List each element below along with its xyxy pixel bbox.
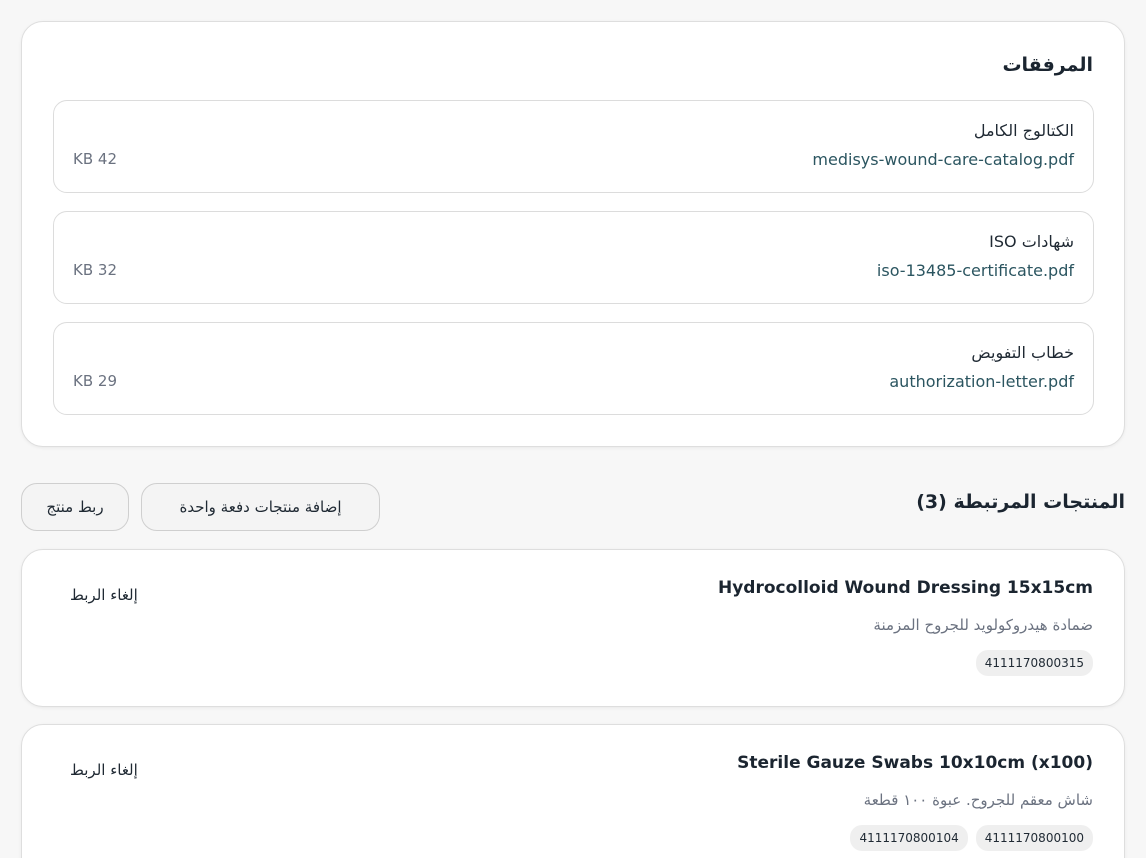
attachments-title: المرفقات	[1002, 54, 1093, 76]
page: المرفقات الكتالوج الكامل medisys-wound-c…	[0, 0, 1146, 858]
attachment-size: KB 29	[73, 372, 117, 390]
product-code-badge: 4111170800104	[850, 825, 968, 851]
linked-product-card: Sterile Gauze Swabs 10x10cm (x100) شاش م…	[21, 724, 1125, 858]
attachment-label: الكتالوج الكامل	[973, 121, 1074, 140]
product-codes: 4111170800315	[975, 650, 1093, 676]
unlink-button[interactable]: إلغاء الربط	[70, 761, 138, 779]
bulk-add-products-button[interactable]: إضافة منتجات دفعة واحدة	[141, 483, 380, 531]
product-name: Hydrocolloid Wound Dressing 15x15cm	[717, 578, 1093, 598]
unlink-button[interactable]: إلغاء الربط	[70, 586, 138, 604]
attachment-label: شهادات ISO	[989, 232, 1074, 251]
product-code-badge: 4111170800100	[975, 825, 1093, 851]
attachment-item[interactable]: شهادات ISO iso-13485-certificate.pdf KB …	[53, 211, 1094, 304]
attachment-item[interactable]: خطاب التفويض authorization-letter.pdf KB…	[53, 322, 1094, 415]
linked-products-title: المنتجات المرتبطة (3)	[916, 491, 1125, 513]
attachment-file-link[interactable]: medisys-wound-care-catalog.pdf	[812, 150, 1074, 169]
product-description: شاش معقم للجروح. عبوة ١٠٠ قطعة	[863, 791, 1093, 809]
attachment-size: KB 32	[73, 261, 117, 279]
attachments-card: المرفقات الكتالوج الكامل medisys-wound-c…	[21, 21, 1125, 447]
product-code-badge: 4111170800315	[975, 650, 1093, 676]
attachment-item[interactable]: الكتالوج الكامل medisys-wound-care-catal…	[53, 100, 1094, 193]
product-name: Sterile Gauze Swabs 10x10cm (x100)	[737, 753, 1093, 773]
linked-product-card: Hydrocolloid Wound Dressing 15x15cm ضماد…	[21, 549, 1125, 707]
link-product-button[interactable]: ربط منتج	[21, 483, 129, 531]
attachment-size: KB 42	[73, 150, 117, 168]
product-codes: 4111170800100 4111170800104	[850, 825, 1093, 851]
attachment-label: خطاب التفويض	[971, 343, 1074, 362]
attachment-file-link[interactable]: authorization-letter.pdf	[889, 372, 1074, 391]
attachment-file-link[interactable]: iso-13485-certificate.pdf	[877, 261, 1074, 280]
product-description: ضمادة هيدروكولويد للجروح المزمنة	[873, 616, 1093, 634]
